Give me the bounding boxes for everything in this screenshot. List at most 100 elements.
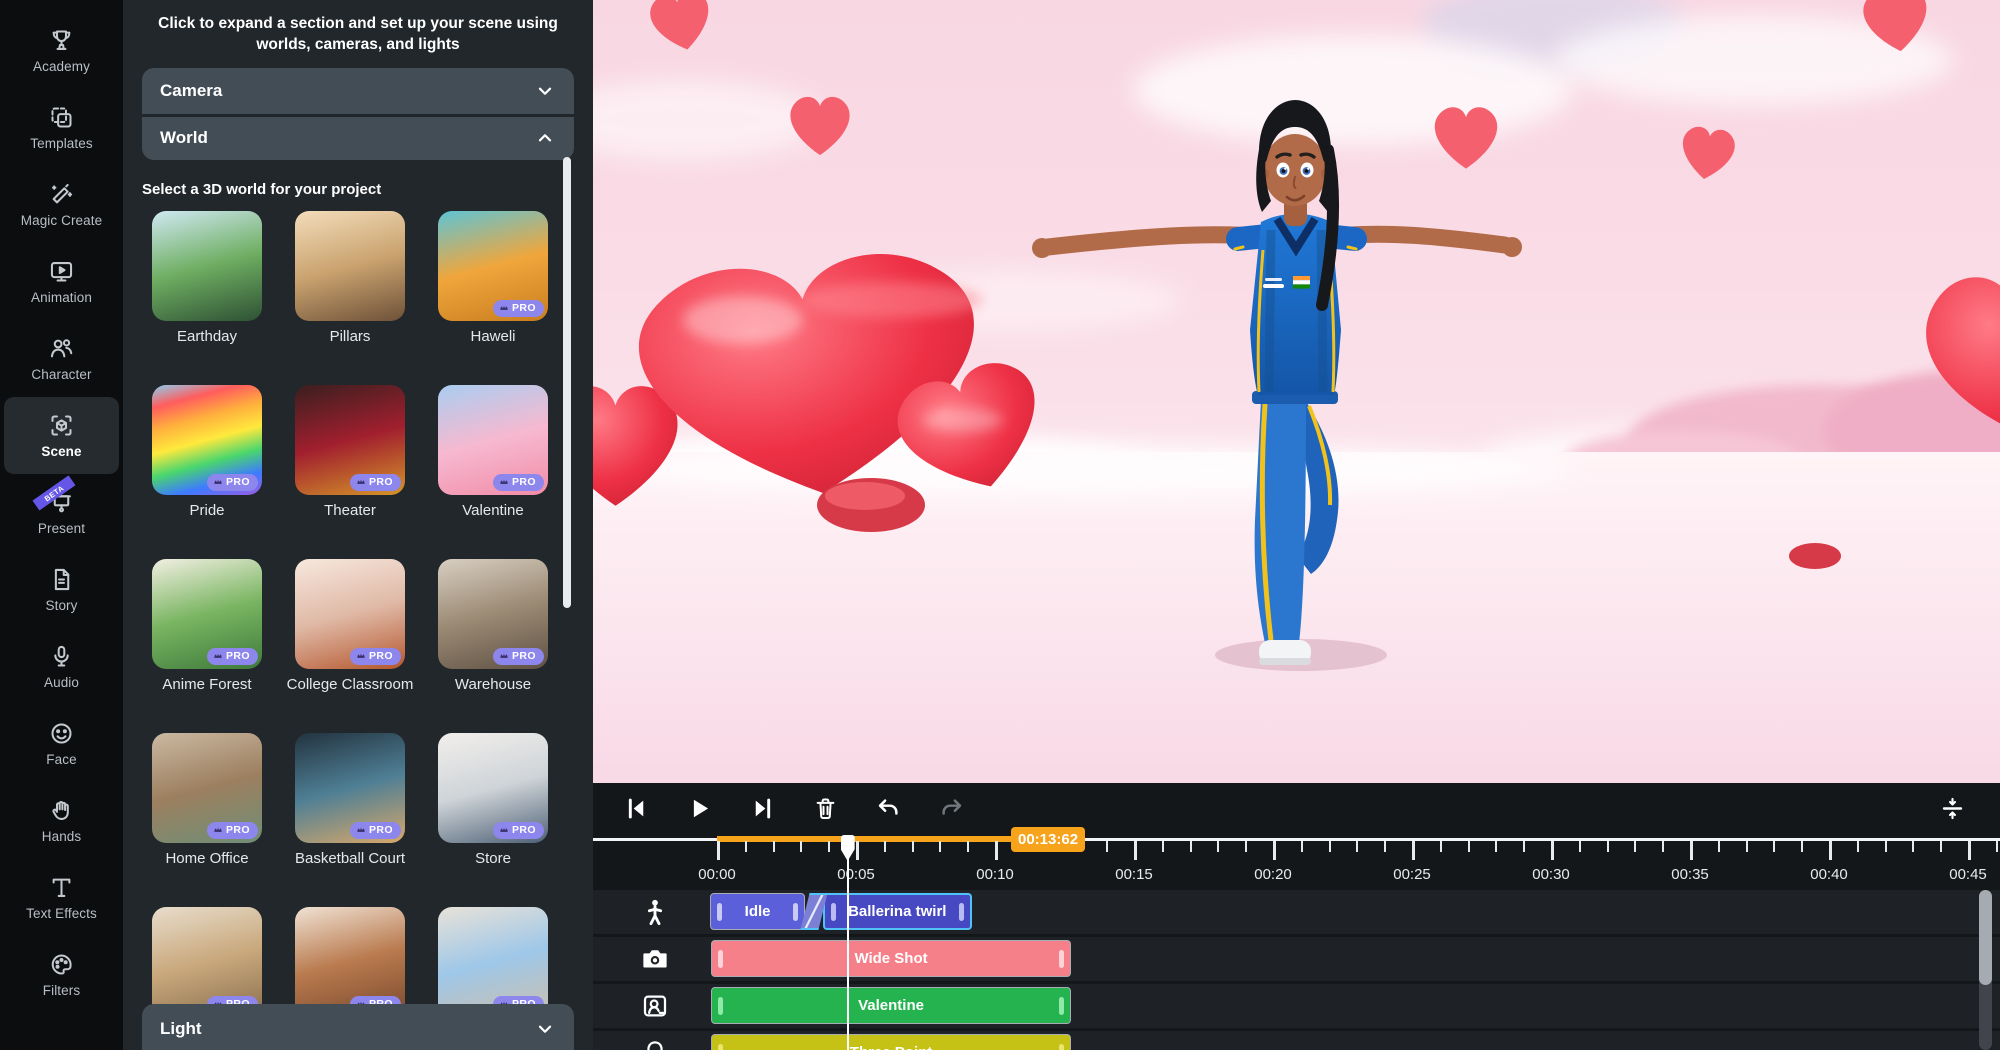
face-icon [48,720,75,747]
world-card-theater[interactable]: PROTheater [295,385,405,559]
skip-to-start-button[interactable] [623,795,650,822]
scene-viewport[interactable] [593,0,2000,783]
clip-trim-handle-right[interactable] [1059,1044,1064,1050]
clip-trim-handle-left[interactable] [718,950,723,968]
world-card-earthday[interactable]: Earthday [152,211,262,385]
palette-icon [48,951,75,978]
world-card-basketball-court[interactable]: PROBasketball Court [295,733,405,907]
camera-section-label: Camera [160,81,222,101]
clip-trim-handle-left[interactable] [717,903,722,921]
magic-wand-icon [48,181,75,208]
world-card-college-classroom[interactable]: PROCollege Classroom [295,559,405,733]
ruler-minor-tick [1495,841,1497,852]
clip-label: Valentine [858,997,924,1014]
clip-valentine[interactable]: Valentine [711,987,1070,1024]
ruler-minor-tick [800,841,802,852]
light-section-header[interactable]: Light [142,1004,574,1050]
clip-label: Idle [745,903,771,920]
sidebar-item-face[interactable]: Face [4,705,119,782]
sidebar-item-filters[interactable]: Filters [4,936,119,1013]
crown-icon [213,651,223,661]
crown-icon [499,825,509,835]
world-name: College Classroom [277,676,423,695]
world-thumbnail: PRO [152,559,262,669]
collapse-timeline-button[interactable] [1939,795,1966,822]
ruler-minor-tick [745,841,747,852]
sidebar-item-magic-create[interactable]: Magic Create [4,166,119,243]
play-button[interactable] [686,795,713,822]
sidebar: AcademyTemplatesMagic CreateAnimation Cha… [0,0,123,1050]
sidebar-item-character[interactable]: Character [4,320,119,397]
ruler-label: 00:25 [1393,866,1431,883]
sidebar-item-academy[interactable]: Academy [4,12,119,89]
camera-track: Wide Shot [593,937,2000,981]
tracks-scrollbar-thumb[interactable] [1979,890,1992,985]
camera-section-header[interactable]: Camera [142,68,574,114]
clip-trim-handle-right[interactable] [1059,950,1064,968]
ruler-label: 00:00 [698,866,736,883]
sidebar-item-animation[interactable]: Animation [4,243,119,320]
skip-to-end-button[interactable] [749,795,776,822]
timeline-ruler[interactable]: 00:13:62 00:0000:0500:1000:1500:2000:250… [593,833,2000,890]
sidebar-item-present[interactable]: BETAPresent [4,474,119,551]
pro-badge: PRO [350,648,401,665]
clip-idle[interactable]: Idle [710,893,805,930]
sidebar-item-scene[interactable]: Scene [4,397,119,474]
timeline-controls [593,783,2000,833]
world-card-home-office[interactable]: PROHome Office [152,733,262,907]
ruler-minor-tick [773,841,775,852]
sidebar-item-audio[interactable]: Audio [4,628,119,705]
playhead-handle[interactable] [841,835,855,861]
ruler-minor-tick [912,841,914,852]
undo-button[interactable] [875,795,902,822]
world-card-pride[interactable]: PROPride [152,385,262,559]
ruler-minor-tick [1301,841,1303,852]
clip-trim-handle-right[interactable] [1059,997,1064,1015]
sidebar-item-label: Present [38,521,85,536]
tracks-scrollbar[interactable] [1979,890,1992,1050]
clip-wide-shot[interactable]: Wide Shot [711,940,1070,977]
story-icon [48,566,75,593]
clip-trim-handle-left[interactable] [718,997,723,1015]
redo-button[interactable] [938,795,965,822]
pro-badge: PRO [493,822,544,839]
panel-scrollbar[interactable] [563,157,571,608]
sidebar-item-label: Filters [43,983,80,998]
clip-trim-handle-right[interactable] [793,903,798,921]
main-area: 00:13:62 00:0000:0500:1000:1500:2000:250… [593,0,2000,1050]
clip-trim-handle-left[interactable] [718,1044,723,1050]
world-card-anime-forest[interactable]: PROAnime Forest [152,559,262,733]
sidebar-item-label: Face [46,752,76,767]
scene-canvas [593,0,2000,783]
clip-ballerina-twirl[interactable]: Ballerina twirl [823,893,972,930]
ruler-minor-tick [1801,841,1803,852]
hand-icon [48,797,75,824]
world-card-warehouse[interactable]: PROWarehouse [438,559,548,733]
sidebar-item-templates[interactable]: Templates [4,89,119,166]
clip-trim-handle-right[interactable] [959,903,964,921]
app-root: AcademyTemplatesMagic CreateAnimation Cha… [0,0,2000,1050]
ruler-minor-tick [1217,841,1219,852]
ruler-label: 00:45 [1949,866,1987,883]
timeline: 00:13:62 00:0000:0500:1000:1500:2000:250… [593,783,2000,1050]
ruler-label: 00:10 [976,866,1014,883]
sidebar-item-label: Character [31,367,91,382]
world-thumbnail: PRO [295,733,405,843]
sidebar-item-hands[interactable]: Hands [4,782,119,859]
ruler-major-tick [1551,841,1554,860]
sidebar-item-story[interactable]: Story [4,551,119,628]
clip-trim-handle-left[interactable] [831,903,836,921]
crown-icon [499,477,509,487]
world-card-pillars[interactable]: Pillars [295,211,405,385]
clip-three-point[interactable]: Three Point [711,1034,1070,1050]
sidebar-item-text-effects[interactable]: Text Effects [4,859,119,936]
delete-button[interactable] [812,795,839,822]
ruler-minor-tick [1579,841,1581,852]
world-card-store[interactable]: PROStore [438,733,548,907]
crown-icon [356,477,366,487]
ruler-label: 00:15 [1115,866,1153,883]
world-card-valentine[interactable]: PROValentine [438,385,548,559]
world-card-haweli[interactable]: PROHaweli [438,211,548,385]
world-section-header[interactable]: World [142,114,574,160]
ruler-major-tick [717,841,720,860]
